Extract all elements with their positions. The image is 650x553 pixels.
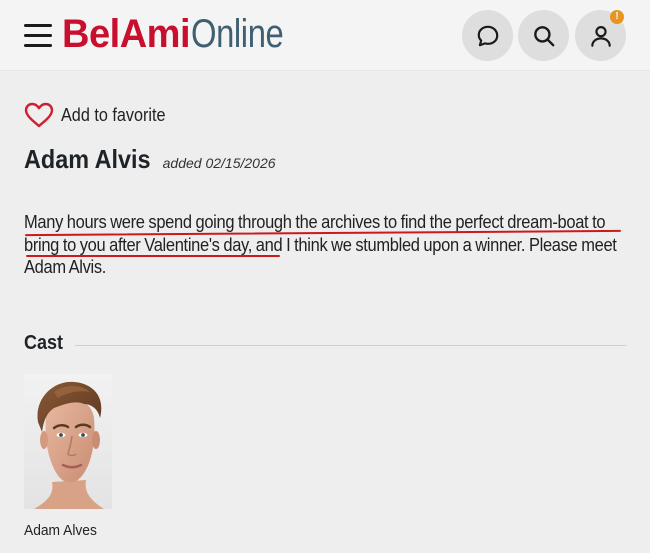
site-header: BelAmi Online ! bbox=[0, 0, 650, 71]
search-button[interactable] bbox=[518, 10, 569, 61]
cast-member-photo[interactable] bbox=[24, 374, 112, 509]
logo-text-belami: BelAmi bbox=[62, 12, 191, 56]
favorite-label: Add to favorite bbox=[61, 104, 166, 125]
site-logo[interactable]: BelAmi Online bbox=[62, 12, 303, 58]
annotation-underline bbox=[26, 255, 280, 257]
chat-bubble-icon bbox=[477, 25, 498, 46]
model-description: Many hours were spend going through the … bbox=[24, 212, 617, 277]
notification-badge: ! bbox=[610, 10, 624, 24]
search-icon bbox=[533, 25, 554, 46]
cast-member-name[interactable]: Adam Alves bbox=[24, 522, 97, 539]
cast-heading: Cast bbox=[24, 332, 64, 354]
logo-text-online: Online bbox=[190, 12, 284, 56]
page-title: Adam Alvis bbox=[24, 144, 151, 174]
heart-outline-icon bbox=[24, 102, 54, 128]
title-row: Adam Alvis added 02/15/2026 bbox=[24, 144, 276, 175]
cast-member-portrait bbox=[24, 374, 112, 509]
added-date: added 02/15/2026 bbox=[162, 155, 276, 171]
cast-divider bbox=[75, 345, 626, 346]
add-to-favorite-button[interactable]: Add to favorite bbox=[24, 101, 177, 129]
chat-button[interactable] bbox=[462, 10, 513, 61]
hamburger-menu-icon[interactable] bbox=[24, 22, 52, 48]
user-icon bbox=[590, 25, 611, 47]
